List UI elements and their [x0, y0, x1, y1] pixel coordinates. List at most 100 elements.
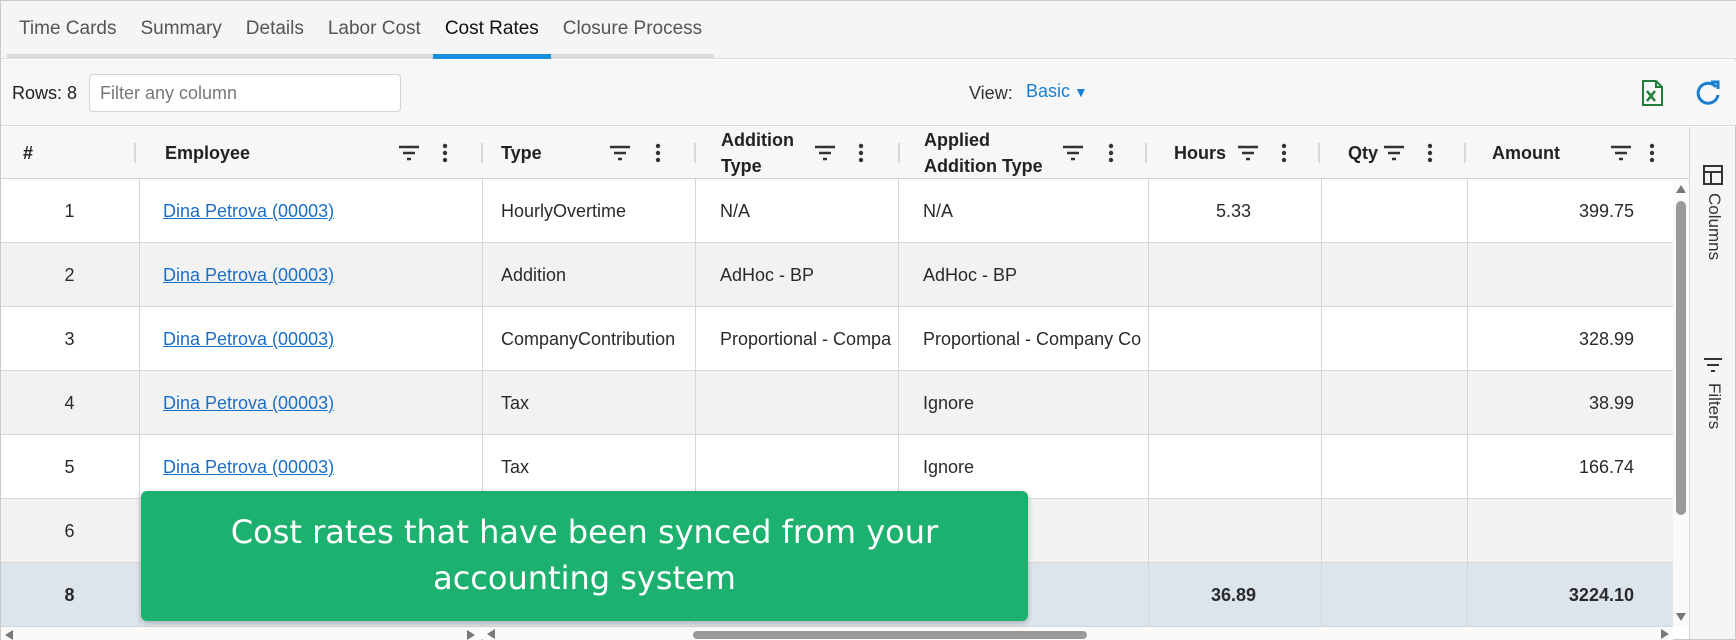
- column-divider: [1467, 179, 1468, 627]
- pinned-horizontal-scrollbar[interactable]: [1, 627, 481, 640]
- cell-qty: [1320, 499, 1440, 563]
- columns-label: Columns: [1705, 193, 1724, 261]
- filter-icon[interactable]: [1610, 142, 1632, 164]
- column-separator[interactable]: [134, 143, 136, 163]
- column-header-qty[interactable]: Qty: [1320, 127, 1466, 179]
- cell-addition-type: N/A: [720, 201, 751, 221]
- scroll-right-icon[interactable]: [1661, 629, 1669, 639]
- cell-type: Tax: [501, 393, 530, 413]
- employee-link[interactable]: Dina Petrova (00003): [163, 457, 334, 477]
- side-panel: Columns Filters: [1689, 127, 1735, 639]
- table-row[interactable]: 4 Dina Petrova (00003) Tax Ignore 38.99: [1, 371, 1673, 435]
- cell-amount: [1466, 499, 1634, 563]
- view-dropdown[interactable]: Basic ▼: [1026, 81, 1088, 102]
- table-row[interactable]: 1 Dina Petrova (00003) HourlyOvertime N/…: [1, 179, 1673, 243]
- column-header-hours[interactable]: Hours: [1147, 127, 1320, 179]
- refresh-icon[interactable]: [1694, 79, 1722, 107]
- tutorial-callout: Cost rates that have been synced from yo…: [141, 491, 1028, 621]
- cell-hours: [1147, 371, 1320, 435]
- scroll-left-icon[interactable]: [5, 630, 13, 640]
- cell-employee: Dina Petrova (00003): [163, 435, 478, 499]
- table-row[interactable]: 3 Dina Petrova (00003) CompanyContributi…: [1, 307, 1673, 371]
- vertical-scroll-thumb[interactable]: [1676, 201, 1686, 515]
- column-divider: [1321, 179, 1322, 627]
- tab-closure-process[interactable]: Closure Process: [551, 1, 714, 59]
- employee-link[interactable]: Dina Petrova (00003): [163, 393, 334, 413]
- column-label: Employee: [165, 143, 251, 163]
- column-menu-icon[interactable]: [856, 142, 866, 164]
- filter-icon[interactable]: [1237, 142, 1259, 164]
- column-header-employee[interactable]: Employee: [138, 127, 483, 179]
- filter-icon: [1704, 358, 1722, 372]
- cell-employee: Dina Petrova (00003): [163, 243, 478, 307]
- filter-icon[interactable]: [609, 142, 631, 164]
- cell-number: 1: [64, 201, 75, 221]
- tab-labor-cost[interactable]: Labor Cost: [316, 1, 433, 59]
- column-header-amount[interactable]: Amount: [1466, 127, 1689, 179]
- cell-qty: [1320, 243, 1440, 307]
- cell-hours: [1147, 243, 1320, 307]
- scroll-down-icon[interactable]: [1676, 613, 1686, 621]
- excel-export-icon[interactable]: [1641, 80, 1663, 106]
- cell-employee: Dina Petrova (00003): [163, 371, 478, 435]
- column-menu-icon[interactable]: [653, 142, 663, 164]
- cell-type: HourlyOvertime: [501, 201, 627, 221]
- column-header-applied-addition-type[interactable]: Applied Addition Type: [900, 127, 1147, 179]
- filter-icon[interactable]: [814, 142, 836, 164]
- total-amount: 3224.10: [1568, 585, 1634, 605]
- cell-amount: 166.74: [1578, 457, 1634, 477]
- app-frame: Time Cards Summary Details Labor Cost Co…: [0, 0, 1736, 640]
- column-menu-icon[interactable]: [440, 142, 450, 164]
- rows-count: Rows: 8: [12, 83, 78, 103]
- column-header-number[interactable]: #: [1, 127, 138, 179]
- cell-type: CompanyContribution: [501, 329, 676, 349]
- view-label: View:: [969, 83, 1013, 103]
- total-hours: 36.89: [1210, 585, 1257, 605]
- horizontal-scrollbar[interactable]: [483, 627, 1673, 640]
- column-menu-icon[interactable]: [1106, 142, 1116, 164]
- tab-details[interactable]: Details: [234, 1, 316, 59]
- scroll-up-icon[interactable]: [1676, 185, 1686, 193]
- grid-header: # Employee Type Addition Type Applied Ad…: [1, 127, 1689, 179]
- cell-number: 3: [64, 329, 75, 349]
- column-label: Type: [501, 143, 542, 163]
- column-label: #: [23, 143, 34, 163]
- vertical-scrollbar[interactable]: [1673, 179, 1689, 627]
- horizontal-scroll-thumb[interactable]: [693, 631, 1087, 639]
- employee-link[interactable]: Dina Petrova (00003): [163, 265, 334, 285]
- column-menu-icon[interactable]: [1647, 142, 1657, 164]
- employee-link[interactable]: Dina Petrova (00003): [163, 201, 334, 221]
- tab-summary[interactable]: Summary: [128, 1, 233, 59]
- table-row[interactable]: 5 Dina Petrova (00003) Tax Ignore 166.74: [1, 435, 1673, 499]
- filters-panel-button[interactable]: Filters: [1690, 355, 1736, 465]
- cell-applied-addition-type: N/A: [923, 201, 954, 221]
- cell-amount: 328.99: [1578, 329, 1634, 349]
- filters-label: Filters: [1705, 383, 1724, 430]
- scroll-left-icon[interactable]: [487, 629, 495, 639]
- caret-down-icon: ▼: [1074, 84, 1088, 100]
- cell-type: Tax: [501, 457, 530, 477]
- filter-icon[interactable]: [1383, 142, 1405, 164]
- column-label: Qty: [1348, 143, 1379, 163]
- cell-employee: Dina Petrova (00003): [163, 307, 478, 371]
- cell-number: 4: [64, 393, 75, 413]
- tab-bar: Time Cards Summary Details Labor Cost Co…: [1, 1, 1736, 59]
- column-header-addition-type[interactable]: Addition Type: [696, 127, 900, 179]
- filter-input[interactable]: [89, 74, 401, 112]
- column-menu-icon[interactable]: [1279, 142, 1289, 164]
- table-row[interactable]: 2 Dina Petrova (00003) Addition AdHoc - …: [1, 243, 1673, 307]
- column-menu-icon[interactable]: [1425, 142, 1435, 164]
- column-header-type[interactable]: Type: [483, 127, 696, 179]
- employee-link[interactable]: Dina Petrova (00003): [163, 329, 334, 349]
- filter-icon[interactable]: [398, 142, 420, 164]
- cell-applied-addition-type: Ignore: [923, 457, 975, 477]
- cell-qty: [1320, 307, 1440, 371]
- tab-time-cards[interactable]: Time Cards: [7, 1, 128, 59]
- cell-hours: [1147, 435, 1320, 499]
- tab-cost-rates[interactable]: Cost Rates: [432, 1, 551, 59]
- filter-icon[interactable]: [1062, 142, 1084, 164]
- cell-applied-addition-type: Ignore: [923, 393, 975, 413]
- scroll-right-icon[interactable]: [467, 630, 475, 640]
- cell-hours: [1147, 307, 1320, 371]
- columns-panel-button[interactable]: Columns: [1690, 165, 1736, 275]
